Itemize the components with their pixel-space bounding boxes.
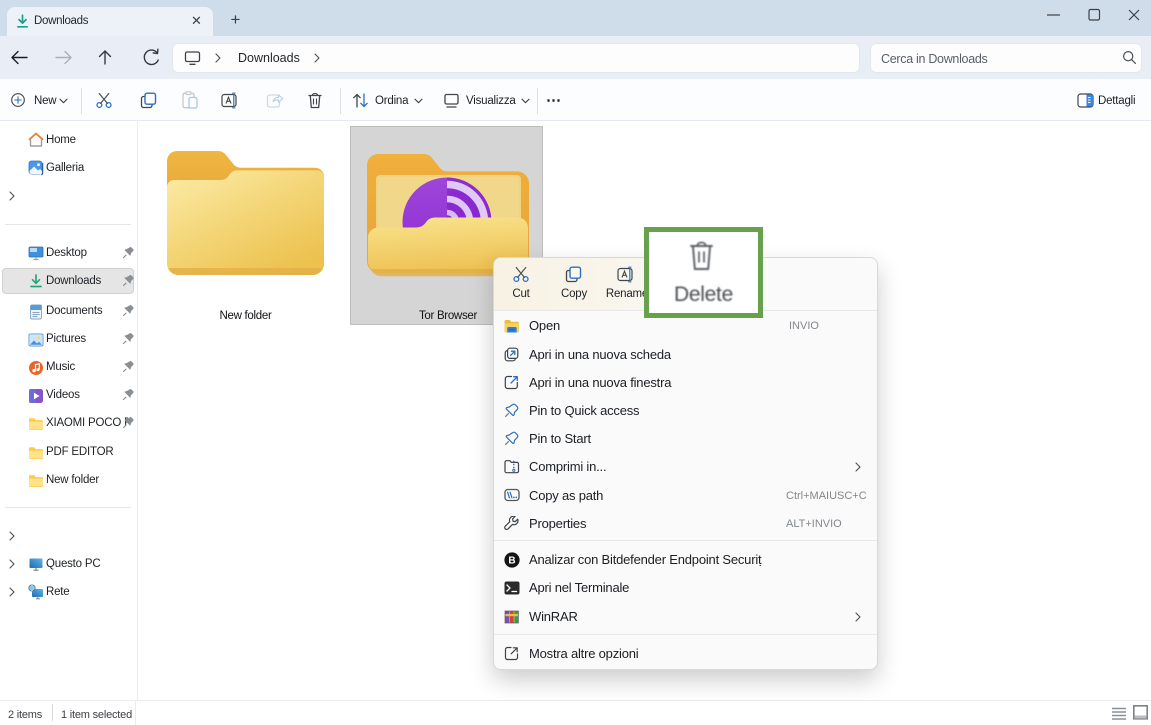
svg-text:B: B — [508, 556, 515, 567]
